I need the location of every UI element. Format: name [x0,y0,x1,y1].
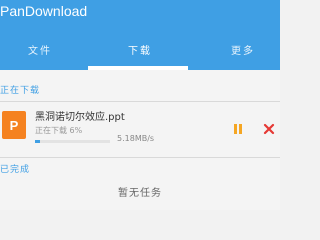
empty-state-text: 暂无任务 [118,188,162,199]
pause-button[interactable] [231,121,245,135]
tab-more[interactable]: 更多 [212,42,274,62]
download-item[interactable]: P 黑洞诺切尔效应.ppt 正在下载 6% 5.18MB/s [0,102,280,156]
section-header-downloading: 正在下载 [0,86,41,96]
ppt-file-icon: P [2,111,26,139]
ppt-file-icon-glyph: P [10,118,19,133]
app-bar: PanDownload 文件 下载 更多 [0,0,280,70]
ppt-file-icon-letter: P [10,118,19,133]
close-icon [263,123,275,135]
file-name: 黑洞诺切尔效应.ppt [35,112,125,123]
download-speed: 5.18MB/s [117,134,155,143]
progress-bar-fill [35,140,40,143]
section-header-completed: 已完成 [0,165,31,175]
app-title: PanDownload [0,3,88,19]
divider [0,157,280,158]
downloads-page: 正在下载 P 黑洞诺切尔效应.ppt 正在下载 6% 5.18MB/s 已完成 … [0,70,280,210]
tab-files[interactable]: 文件 [10,42,70,62]
tab-downloads[interactable]: 下载 [104,42,176,62]
cancel-button[interactable] [262,121,276,135]
progress-bar [35,140,110,143]
download-status: 正在下载 6% [35,126,83,135]
pause-icon [234,124,242,134]
